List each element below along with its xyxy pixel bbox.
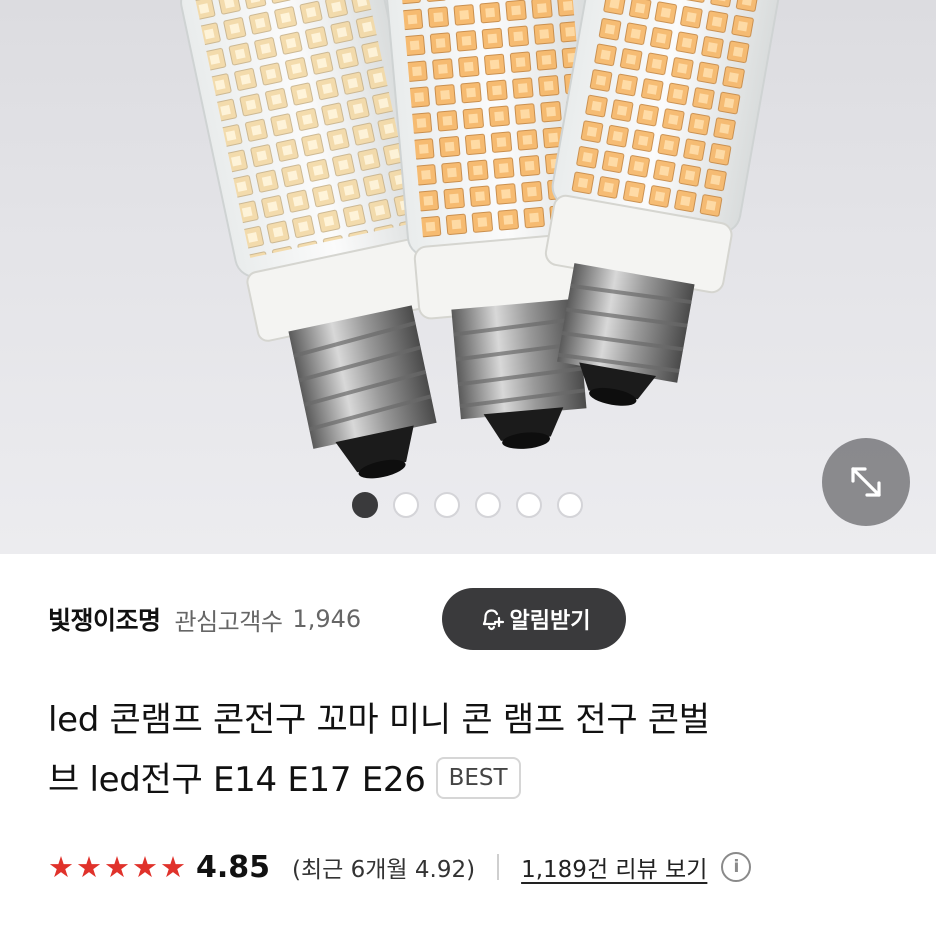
expand-image-button[interactable] (822, 438, 910, 526)
bell-plus-icon (482, 609, 504, 631)
product-title-line-1: led 콘램프 콘전구 꼬마 미니 콘 램프 전구 콘벌 (48, 700, 710, 740)
best-badge: BEST (435, 756, 521, 799)
price-peek (48, 924, 248, 936)
followers-label: 관심고객수 (174, 607, 283, 636)
gallery-dot[interactable] (393, 492, 419, 518)
star-icon: ★ (104, 849, 130, 884)
star-icon: ★ (48, 849, 74, 884)
seller-row: 빛쟁이조명 관심고객수 1,946 알림받기 (48, 588, 888, 650)
product-photo (180, 0, 784, 479)
product-title-line-2: 브 led전구 E14 E17 E26 BEST (48, 750, 898, 810)
product-title-line-2-text: 브 led전구 E14 E17 E26 (48, 760, 426, 800)
star-rating: ★ ★ ★ ★ ★ (48, 849, 186, 884)
star-icon: ★ (160, 849, 186, 884)
gallery-dot[interactable] (475, 492, 501, 518)
seller-name[interactable]: 빛쟁이조명 (48, 601, 161, 637)
gallery-dot[interactable] (516, 492, 542, 518)
rating-row: ★ ★ ★ ★ ★ 4.85 (최근 6개월 4.92) 1,189건 리뷰 보기 i (48, 842, 888, 892)
gallery-dot[interactable] (434, 492, 460, 518)
gallery-dot[interactable] (352, 492, 378, 518)
alarm-button-label: 알림받기 (509, 609, 591, 634)
divider (497, 854, 500, 880)
recent-rating: (최근 6개월 4.92) (292, 857, 476, 883)
gallery-pagination (352, 492, 583, 518)
expand-arrows-icon (851, 467, 881, 497)
product-title: led 콘램프 콘전구 꼬마 미니 콘 램프 전구 콘벌 브 led전구 E14… (48, 690, 898, 810)
followers-count: 1,946 (292, 605, 362, 633)
star-icon: ★ (132, 849, 158, 884)
star-icon: ★ (76, 849, 102, 884)
review-link[interactable]: 1,189건 리뷰 보기 (521, 850, 707, 884)
rating-score: 4.85 (196, 849, 271, 885)
gallery-dot[interactable] (557, 492, 583, 518)
alarm-subscribe-button[interactable]: 알림받기 (442, 588, 626, 650)
product-image-gallery[interactable] (0, 0, 936, 554)
info-icon[interactable]: i (721, 852, 752, 882)
